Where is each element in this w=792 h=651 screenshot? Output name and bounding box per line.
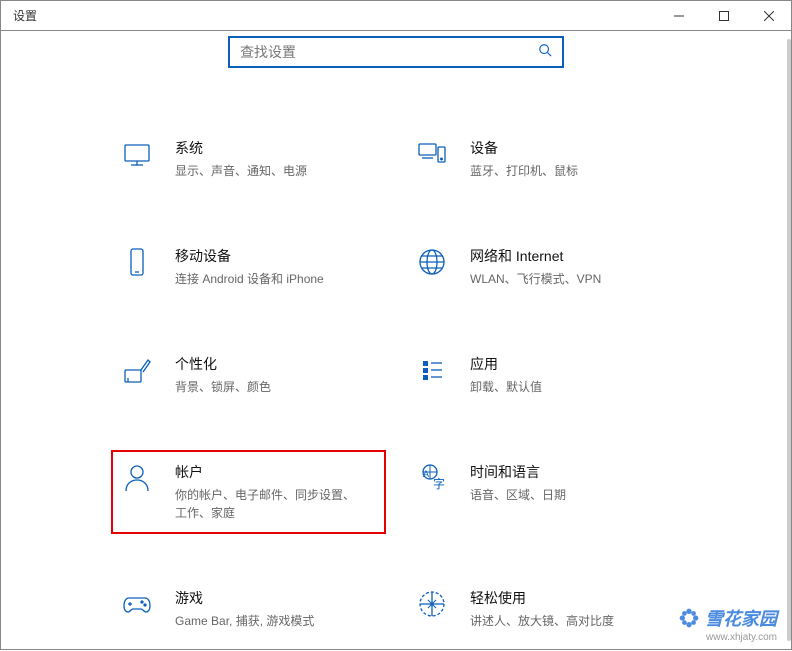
category-title: 帐户 [175,462,376,482]
categories-grid: 系统显示、声音、通知、电源 设备蓝牙、打印机、鼠标移动设备连接 Android 设… [1,78,791,630]
category-title: 设备 [470,138,671,158]
category-gaming[interactable]: 游戏 Game Bar, 捕获, 游戏模式 [121,588,376,630]
category-desc: 蓝牙、打印机、鼠标 [470,162,650,180]
svg-text:字: 字 [433,476,445,491]
category-title: 系统 [175,138,376,158]
watermark-url: www.xhjaty.com [679,632,777,643]
category-text: 帐户你的帐户、电子邮件、同步设置、工作、家庭 [175,462,376,522]
watermark: 雪花家园 www.xhjaty.com [679,605,777,643]
category-title: 应用 [470,354,671,374]
search-wrap [1,31,791,78]
person-icon [121,462,153,494]
globe-icon [416,246,448,278]
category-text: 设备蓝牙、打印机、鼠标 [470,138,671,180]
category-text: 网络和 Internet WLAN、飞行模式、VPN [470,246,671,288]
snowflake-icon [679,608,699,628]
category-apps[interactable]: 应用卸载、默认值 [416,354,671,396]
category-text: 游戏 Game Bar, 捕获, 游戏模式 [175,588,376,630]
access-icon [416,588,448,620]
category-title: 时间和语言 [470,462,671,482]
apps-icon [416,354,448,386]
language-icon: 字A [416,462,448,494]
category-personalization[interactable]: 个性化背景、锁屏、颜色 [121,354,376,396]
category-network[interactable]: 网络和 Internet WLAN、飞行模式、VPN [416,246,671,288]
phone-icon [121,246,153,278]
brush-icon [121,354,153,386]
category-desc: 你的帐户、电子邮件、同步设置、工作、家庭 [175,486,355,522]
category-title: 个性化 [175,354,376,374]
category-desc: 连接 Android 设备和 iPhone [175,270,355,288]
category-text: 移动设备连接 Android 设备和 iPhone [175,246,376,288]
category-accessibility[interactable]: 轻松使用讲述人、放大镜、高对比度 [416,588,671,630]
category-title: 轻松使用 [470,588,671,608]
category-phone[interactable]: 移动设备连接 Android 设备和 iPhone [121,246,376,288]
maximize-button[interactable] [701,1,746,31]
category-desc: 卸载、默认值 [470,378,650,396]
window-controls [656,1,791,30]
category-title: 移动设备 [175,246,376,266]
category-text: 应用卸载、默认值 [470,354,671,396]
category-system[interactable]: 系统显示、声音、通知、电源 [121,138,376,180]
devices-icon [416,138,448,170]
category-time[interactable]: 字A 时间和语言语音、区域、日期 [416,462,671,522]
scrollbar[interactable] [787,39,791,641]
category-title: 游戏 [175,588,376,608]
svg-text:A: A [423,469,429,479]
category-devices[interactable]: 设备蓝牙、打印机、鼠标 [416,138,671,180]
category-desc: WLAN、飞行模式、VPN [470,270,650,288]
watermark-brand: 雪花家园 [705,605,777,631]
titlebar: 设置 [0,0,792,30]
category-desc: 显示、声音、通知、电源 [175,162,355,180]
minimize-button[interactable] [656,1,701,31]
category-accounts[interactable]: 帐户你的帐户、电子邮件、同步设置、工作、家庭 [111,450,386,534]
category-text: 系统显示、声音、通知、电源 [175,138,376,180]
category-title: 网络和 Internet [470,246,671,266]
category-desc: Game Bar, 捕获, 游戏模式 [175,612,355,630]
category-text: 时间和语言语音、区域、日期 [470,462,671,504]
gamepad-icon [121,588,153,620]
category-text: 轻松使用讲述人、放大镜、高对比度 [470,588,671,630]
category-text: 个性化背景、锁屏、颜色 [175,354,376,396]
close-button[interactable] [746,1,791,31]
category-desc: 背景、锁屏、颜色 [175,378,355,396]
search-icon [538,43,552,62]
search-input[interactable] [240,44,538,60]
display-icon [121,138,153,170]
category-desc: 讲述人、放大镜、高对比度 [470,612,650,630]
category-desc: 语音、区域、日期 [470,486,650,504]
window-title: 设置 [13,7,37,24]
window-body: 系统显示、声音、通知、电源 设备蓝牙、打印机、鼠标移动设备连接 Android 设… [0,30,792,650]
search-box[interactable] [228,36,564,68]
